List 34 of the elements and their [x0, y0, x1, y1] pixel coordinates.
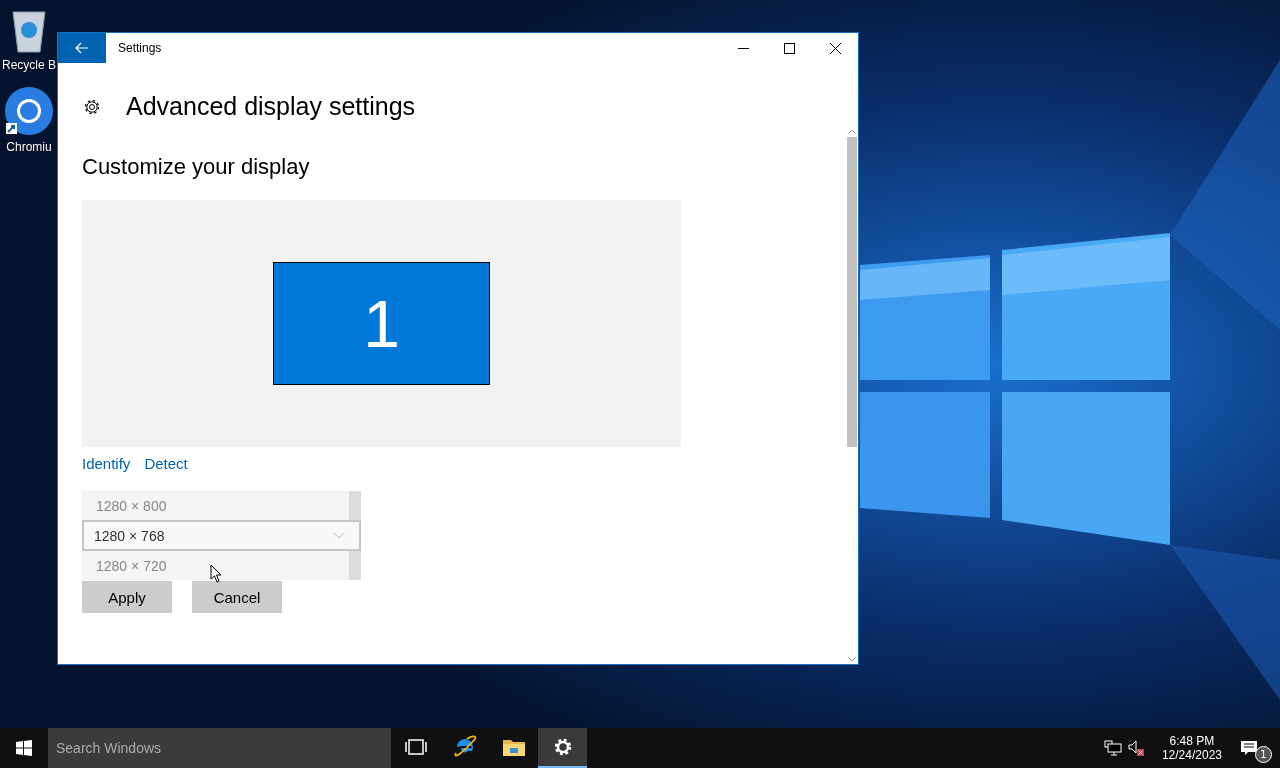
search-field[interactable]: Search Windows: [48, 728, 391, 768]
scrollbar-thumb[interactable]: [847, 137, 857, 447]
muted-speaker-icon[interactable]: [1127, 740, 1146, 756]
page-heading: Advanced display settings: [126, 92, 416, 121]
folder-icon: [502, 738, 525, 756]
back-arrow-icon: [75, 42, 89, 54]
chromium-icon[interactable]: [4, 86, 54, 136]
scroll-down-icon[interactable]: [848, 657, 856, 662]
desktop-icon-label[interactable]: Chromiu: [6, 140, 52, 154]
section-heading: Customize your display: [82, 154, 311, 180]
clock-time[interactable]: 6:48 PM: [1169, 734, 1215, 748]
window-title: Settings: [118, 41, 163, 55]
dialog-button[interactable]: Cancel: [192, 581, 282, 613]
recycle-bin-icon[interactable]: [9, 8, 49, 54]
dialog-button[interactable]: Apply: [82, 581, 172, 613]
settings-icon: [552, 737, 573, 757]
windows-logo-icon: [16, 740, 32, 756]
link[interactable]: Identify: [82, 455, 131, 472]
selected-option[interactable]: 1280 × 768: [82, 520, 361, 551]
maximize-icon[interactable]: [784, 42, 795, 54]
close-icon[interactable]: [830, 42, 841, 54]
back-button[interactable]: [58, 33, 106, 63]
scroll-up-icon[interactable]: [848, 129, 856, 134]
task-view-icon: [404, 739, 427, 755]
link[interactable]: Detect: [144, 455, 188, 472]
desktop-icon-label[interactable]: Recycle B: [2, 58, 56, 72]
network-icon[interactable]: [1103, 740, 1122, 756]
notification-badge: 1: [1255, 746, 1272, 763]
settings-taskbar-button[interactable]: [538, 728, 587, 768]
browser-e-icon: [452, 735, 477, 759]
action-center-icon[interactable]: [1240, 740, 1258, 756]
chevron-icon: [333, 532, 345, 539]
clock-date[interactable]: 12/24/2023: [1161, 748, 1222, 762]
monitor-tile[interactable]: 1: [273, 262, 490, 385]
